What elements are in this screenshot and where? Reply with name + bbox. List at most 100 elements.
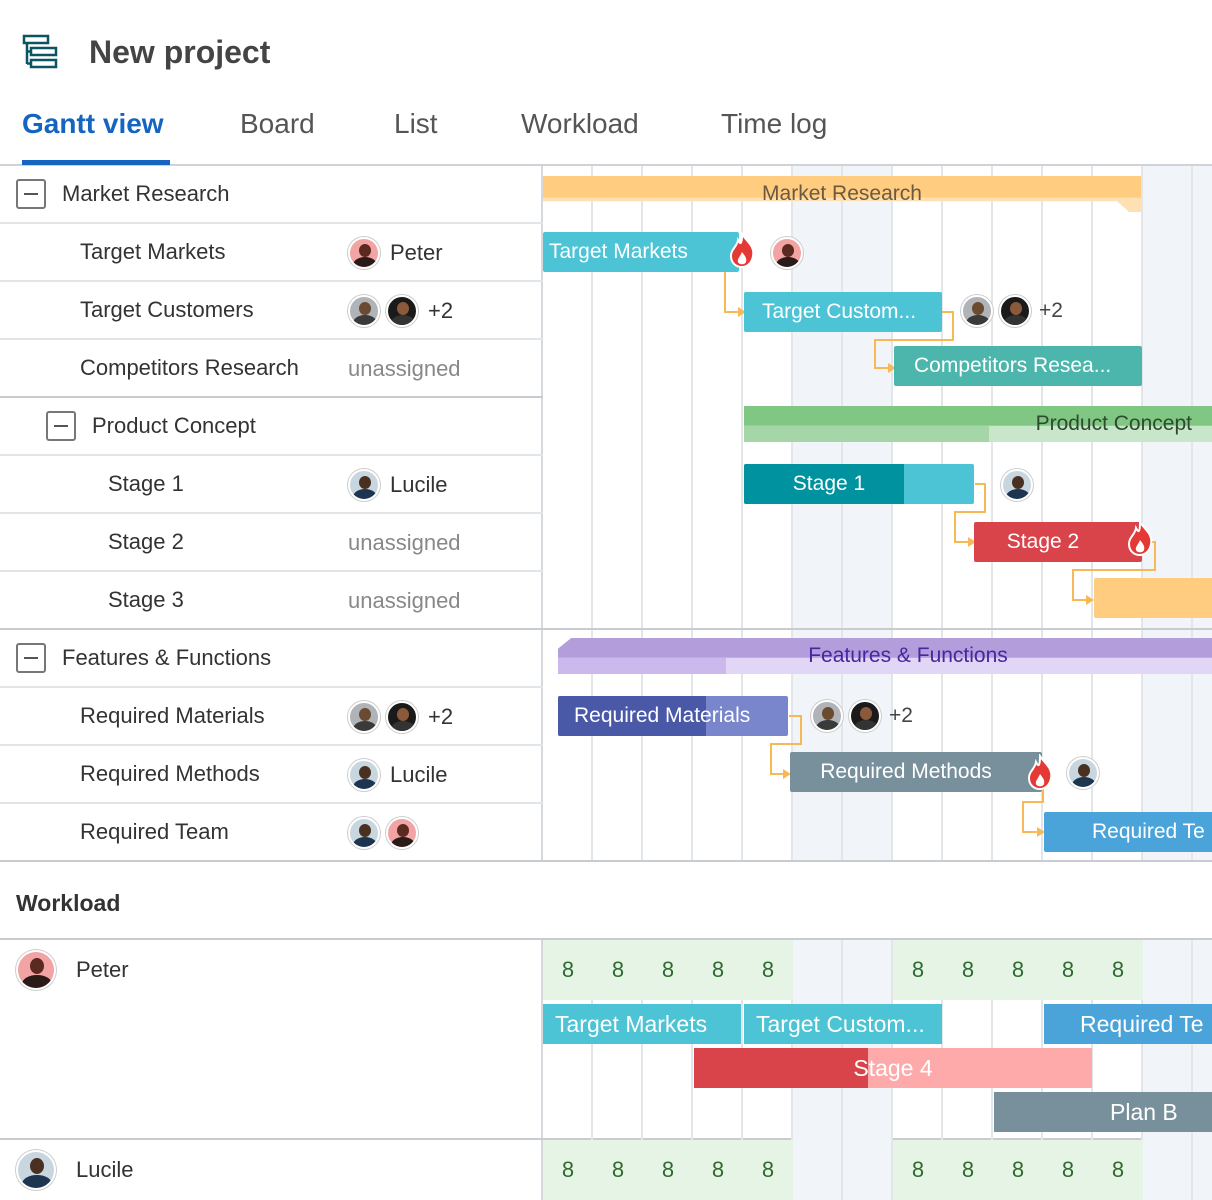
active-tab-indicator: [22, 160, 170, 165]
task-row-target-markets[interactable]: Target Markets Peter: [0, 224, 543, 282]
collapse-icon[interactable]: [16, 643, 46, 673]
task-row-required-team[interactable]: Required Team: [0, 804, 543, 862]
gantt-bar-product-concept[interactable]: Product Concept: [744, 406, 1212, 442]
avatar: [16, 950, 56, 990]
gantt-timeline: Market Research Target Markets Target Cu…: [543, 166, 1212, 860]
task-row-market-research[interactable]: Market Research: [0, 166, 543, 224]
workload-hours-cell: 8: [593, 1140, 643, 1200]
assignee[interactable]: Peter: [348, 236, 443, 270]
assignee[interactable]: Lucile: [348, 468, 447, 502]
avatar: [348, 295, 380, 327]
avatar: [386, 817, 418, 849]
assignee[interactable]: +2: [348, 294, 453, 328]
assignee-more-count: +2: [1039, 299, 1063, 322]
workload-bar-target-customers[interactable]: Target Custom...: [744, 1004, 942, 1044]
task-row-required-materials[interactable]: Required Materials +2: [0, 688, 543, 746]
avatar: [811, 700, 843, 732]
task-row-required-methods[interactable]: Required Methods Lucile: [0, 746, 543, 804]
bar-label: Required Te: [1080, 1011, 1204, 1037]
avatar: [961, 295, 993, 327]
collapse-icon[interactable]: [16, 179, 46, 209]
bar-assignees[interactable]: [771, 236, 803, 270]
gantt-bar-competitors-research[interactable]: Competitors Resea...: [894, 346, 1142, 386]
gantt-bar-required-methods[interactable]: Required Methods: [790, 752, 1042, 792]
task-row-competitors-research[interactable]: Competitors Research unassigned: [0, 340, 543, 398]
bar-assignees[interactable]: [1001, 468, 1033, 502]
task-row-stage-3[interactable]: Stage 3 unassigned: [0, 572, 543, 630]
bar-label: Required Materials: [574, 704, 751, 727]
workload-hours-cell: 8: [943, 1140, 993, 1200]
avatar: [386, 701, 418, 733]
avatar: [849, 700, 881, 732]
workload-person-peter[interactable]: Peter: [16, 950, 129, 990]
workload-area: Peter Lucile 8 8 8 8 8 8 8 8 8 8 Target …: [0, 940, 1212, 1200]
bar-label: Stage 2: [1006, 530, 1080, 553]
workload-title: Workload: [16, 890, 121, 916]
gantt-bar-target-markets[interactable]: Target Markets: [543, 232, 739, 272]
workload-hours-cell: 8: [693, 940, 743, 1000]
assignee[interactable]: [348, 816, 418, 850]
task-row-stage-1[interactable]: Stage 1 Lucile: [0, 456, 543, 514]
bar-assignees[interactable]: [1067, 756, 1099, 790]
workload-bar-plan-b[interactable]: Plan B: [994, 1092, 1212, 1132]
workload-bar-required-team[interactable]: Required Te: [1044, 1004, 1212, 1044]
task-row-stage-2[interactable]: Stage 2 unassigned: [0, 514, 543, 572]
workload-hours-cell: 8: [543, 1140, 593, 1200]
workload-hours-cell: 8: [593, 940, 643, 1000]
project-header: New project: [0, 0, 1212, 100]
tab-list[interactable]: List: [394, 108, 438, 166]
unassigned-label: unassigned: [348, 588, 461, 613]
assignee-more-count: +2: [428, 704, 454, 729]
task-name: Required Methods: [80, 761, 260, 786]
overdue-fire-icon: [1127, 520, 1153, 556]
unassigned-label: unassigned: [348, 356, 461, 381]
workload-hours-cell: 8: [993, 940, 1043, 1000]
assignee[interactable]: unassigned: [348, 584, 461, 618]
assignee[interactable]: unassigned: [348, 526, 461, 560]
gantt-bar-stage-3[interactable]: [1094, 578, 1212, 618]
workload-hours-cell: 8: [1043, 940, 1093, 1000]
task-row-target-customers[interactable]: Target Customers +2: [0, 282, 543, 340]
task-name: Target Customers: [80, 297, 254, 322]
workload-hours-cell: 8: [743, 940, 793, 1000]
task-name: Market Research: [62, 181, 230, 206]
bar-label: Target Custom...: [762, 300, 917, 323]
workload-hours-cell: 8: [893, 1140, 943, 1200]
bar-assignees[interactable]: +2: [961, 294, 1063, 328]
avatar: [999, 295, 1031, 327]
bar-label: Stage 1: [792, 472, 866, 495]
tab-time-log[interactable]: Time log: [721, 108, 827, 166]
task-row-product-concept[interactable]: Product Concept: [0, 398, 543, 456]
gantt-bar-stage-2[interactable]: Stage 2: [974, 522, 1142, 562]
gantt-bar-required-team[interactable]: Required Te: [1044, 812, 1212, 852]
task-name: Product Concept: [92, 413, 256, 438]
assignee[interactable]: +2: [348, 700, 453, 734]
workload-hours-cell: 8: [743, 1140, 793, 1200]
assignee-more-count: +2: [428, 298, 454, 323]
gantt-bar-required-materials[interactable]: Required Materials: [558, 696, 788, 736]
workload-people: Peter Lucile: [0, 940, 543, 1200]
assignee[interactable]: unassigned: [348, 352, 461, 386]
collapse-icon[interactable]: [46, 411, 76, 441]
workload-person-lucile[interactable]: Lucile: [16, 1150, 133, 1190]
workload-bar-stage-4[interactable]: Stage 4: [694, 1048, 1092, 1088]
view-tabs: Gantt view Board List Workload Time log: [0, 100, 1212, 166]
gantt-bar-target-customers[interactable]: Target Custom...: [744, 292, 942, 332]
bar-label: Plan B: [1110, 1099, 1178, 1125]
task-row-features-functions[interactable]: Features & Functions: [0, 630, 543, 688]
bar-assignees[interactable]: +2: [811, 699, 913, 733]
gantt-bar-features-functions[interactable]: Features & Functions: [558, 638, 1212, 674]
assignee[interactable]: Lucile: [348, 758, 447, 792]
workload-bar-target-markets[interactable]: Target Markets: [543, 1004, 741, 1044]
tab-workload[interactable]: Workload: [521, 108, 639, 166]
avatar: [348, 469, 380, 501]
task-name: Stage 1: [108, 471, 184, 496]
bar-label: Product Concept: [1035, 412, 1192, 435]
gantt-bar-stage-1[interactable]: Stage 1: [744, 464, 974, 504]
tab-gantt-view[interactable]: Gantt view: [22, 108, 164, 166]
assignee-name: Lucile: [390, 472, 448, 497]
task-list: Market Research Target Markets Peter Tar…: [0, 166, 543, 860]
tab-board[interactable]: Board: [240, 108, 315, 166]
weekend-column: [1193, 940, 1212, 1200]
task-name: Target Markets: [80, 239, 226, 264]
